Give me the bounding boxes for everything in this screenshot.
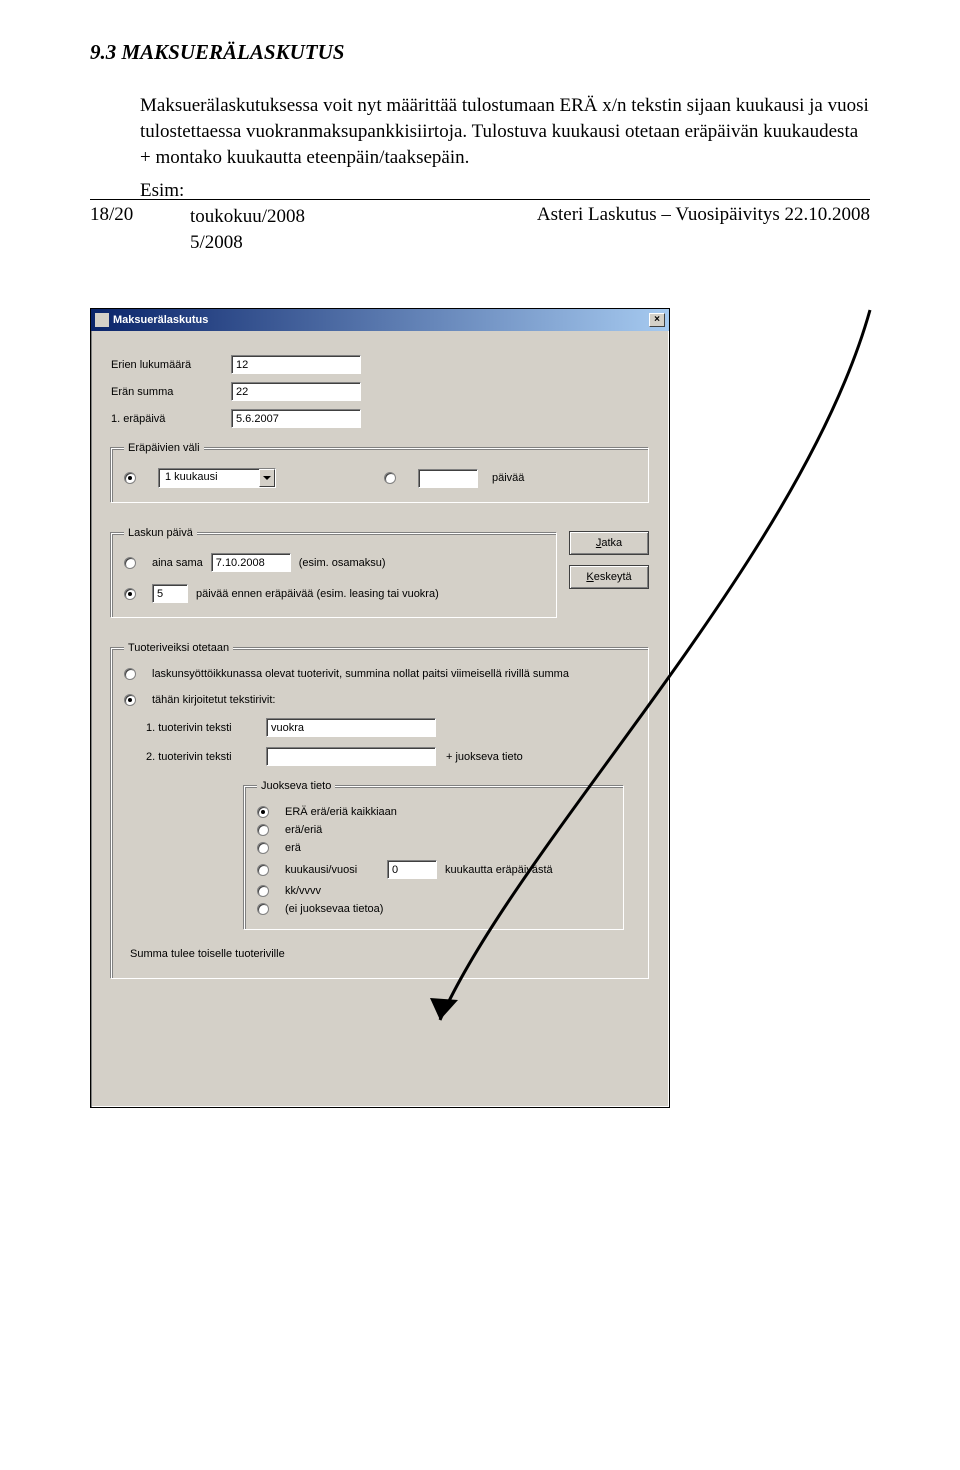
juokseva-label-era-eria: erä/eriä: [285, 824, 322, 836]
juokseva-label-era: erä: [285, 842, 301, 854]
erapaivien-vali-legend: Eräpäivien väli: [124, 442, 204, 454]
tuoterivi1-label: 1. tuoterivin teksti: [146, 722, 256, 734]
juokseva-label-era-kaikkiaan: ERÄ erä/eriä kaikkiaan: [285, 806, 397, 818]
chevron-down-icon[interactable]: [259, 469, 275, 487]
tuoteriveiksi-group: Tuoteriveiksi otetaan laskunsyöttöikkuna…: [111, 642, 649, 979]
paivia-ennen-input[interactable]: [152, 584, 188, 603]
tuoterivi2-input[interactable]: [266, 747, 436, 766]
maksueralaskutus-dialog: Maksuerälaskutus × Erien lukumäärä Erän …: [90, 308, 670, 1108]
laskun-paiva-legend: Laskun päivä: [124, 527, 197, 539]
ensimmainen-erapaiva-input[interactable]: [231, 409, 361, 428]
dialog-app-icon: [95, 313, 109, 327]
juokseva-label-kk-vvvv: kk/vvvv: [285, 885, 321, 897]
juokseva-radio-kuukausi-vuosi[interactable]: [257, 864, 269, 876]
erapaivien-vali-group: Eräpäivien väli 1 kuukausi päivää: [111, 442, 649, 503]
kk-offset-label: kuukautta eräpäivästä: [445, 864, 553, 876]
interval-radio-kuukausi[interactable]: [124, 472, 136, 484]
tuoteriveiksi-legend: Tuoteriveiksi otetaan: [124, 642, 233, 654]
juokseva-label-ei-tietoa: (ei juoksevaa tietoa): [285, 903, 383, 915]
page-number: 18/20: [90, 204, 133, 226]
aina-sama-radio[interactable]: [124, 557, 136, 569]
juokseva-tieto-group: Juokseva tieto ERÄ erä/eriä kaikkiaan er…: [244, 780, 624, 930]
eran-summa-label: Erän summa: [111, 386, 231, 398]
juokseva-radio-kk-vvvv[interactable]: [257, 885, 269, 897]
body-paragraph: Maksuerälaskutuksessa voit nyt määrittää…: [140, 93, 870, 172]
opt-tahankirjoitetut-label: tähän kirjoitetut tekstirivit:: [152, 694, 276, 706]
keskeyta-button[interactable]: Keskeytä: [569, 565, 649, 589]
juokseva-label-kuukausi-vuosi: kuukausi/vuosi: [285, 864, 375, 876]
footer-title: Asteri Laskutus – Vuosipäivitys 22.10.20…: [537, 204, 870, 226]
example-line-2: 5/2008: [190, 230, 870, 256]
interval-paivaa-input[interactable]: [418, 469, 478, 488]
opt-laskunsyotto-label: laskunsyöttöikkunassa olevat tuoterivit,…: [152, 668, 569, 680]
paivia-ennen-label: päivää ennen eräpäivää (esim. leasing ta…: [196, 588, 439, 600]
laskun-paiva-group: Laskun päivä aina sama (esim. osamaksu) …: [111, 527, 557, 618]
erien-lukumaara-label: Erien lukumäärä: [111, 359, 231, 371]
ensimmainen-erapaiva-label: 1. eräpäivä: [111, 413, 231, 425]
tuoterivi2-label: 2. tuoterivin teksti: [146, 751, 256, 763]
eran-summa-input[interactable]: [231, 382, 361, 401]
footer-rule: [90, 199, 870, 200]
interval-combo[interactable]: 1 kuukausi: [158, 468, 276, 488]
opt-tahankirjoitetut-radio[interactable]: [124, 694, 136, 706]
juokseva-radio-era[interactable]: [257, 842, 269, 854]
interval-radio-paivaa[interactable]: [384, 472, 396, 484]
dialog-title: Maksuerälaskutus: [113, 314, 208, 326]
paivaa-label: päivää: [492, 472, 524, 484]
jatka-button[interactable]: Jatka: [569, 531, 649, 555]
juokseva-radio-era-kaikkiaan[interactable]: [257, 806, 269, 818]
esim-osamaksu-label: (esim. osamaksu): [299, 557, 386, 569]
summary-text: Summa tulee toiselle tuoteriville: [130, 948, 636, 960]
section-heading: 9.3 MAKSUERÄLASKUTUS: [90, 40, 870, 65]
kk-offset-input[interactable]: [387, 860, 437, 879]
juokseva-tieto-legend: Juokseva tieto: [257, 780, 335, 792]
aina-sama-label: aina sama: [152, 557, 203, 569]
dialog-titlebar: Maksuerälaskutus ×: [91, 309, 669, 331]
paivia-ennen-radio[interactable]: [124, 588, 136, 600]
juokseva-suffix-label: + juokseva tieto: [446, 751, 523, 763]
opt-laskunsyotto-radio[interactable]: [124, 668, 136, 680]
close-icon[interactable]: ×: [649, 313, 665, 327]
juokseva-radio-era-eria[interactable]: [257, 824, 269, 836]
tuoterivi1-input[interactable]: [266, 718, 436, 737]
aina-sama-date-input[interactable]: [211, 553, 291, 572]
erien-lukumaara-input[interactable]: [231, 355, 361, 374]
interval-combo-text: 1 kuukausi: [159, 469, 259, 487]
juokseva-radio-ei-tietoa[interactable]: [257, 903, 269, 915]
